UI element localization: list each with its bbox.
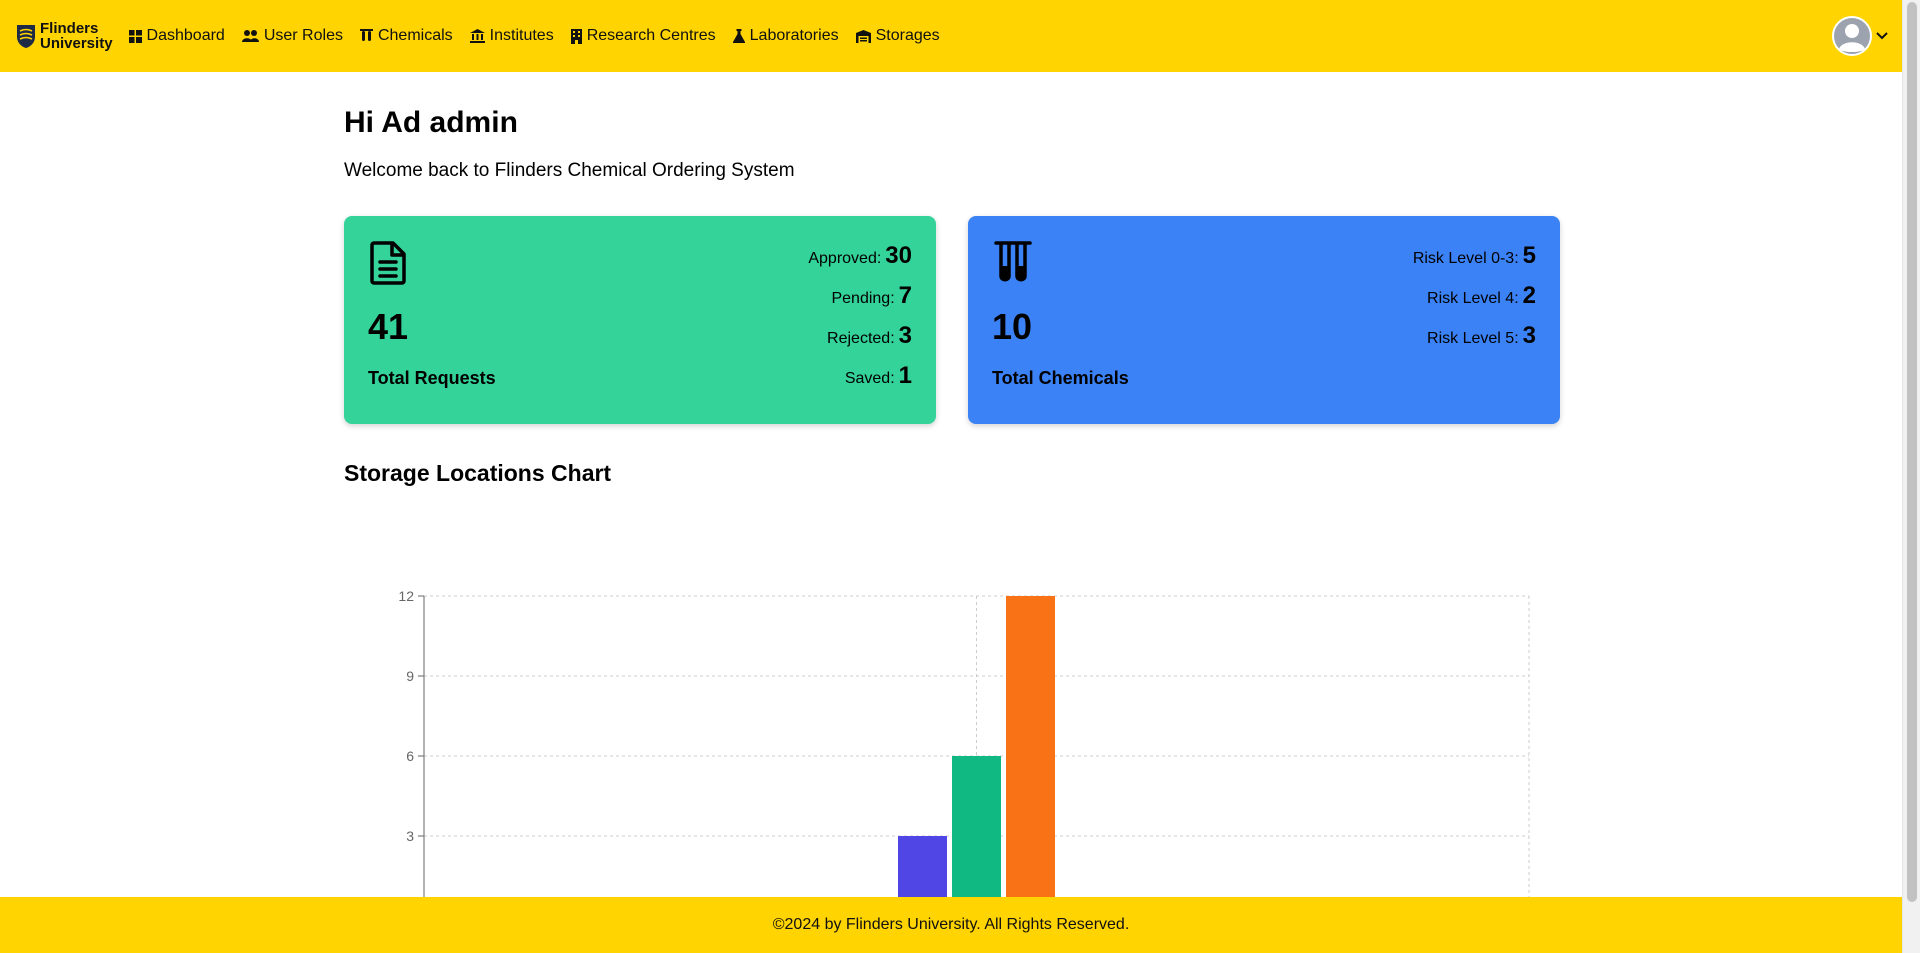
welcome-text: Welcome back to Flinders Chemical Orderi…: [344, 160, 795, 181]
main-nav: Dashboard User Roles Chemicals Institute…: [128, 27, 957, 45]
nav-label: Chemicals: [377, 27, 453, 44]
nav-item-storages[interactable]: Storages: [855, 27, 940, 45]
stat-value: 3: [898, 322, 912, 349]
storage-locations-chart: 036912LocationsInstituteResearchCentresL…: [398, 588, 1530, 953]
copyright-text: ©2024 by Flinders University. All Rights…: [772, 916, 1130, 933]
stat-risk-5: Risk Level 5: 3: [1413, 322, 1536, 362]
flinders-logo[interactable]: Flinders University: [16, 21, 113, 51]
document-icon: [370, 241, 406, 285]
nav-label: Dashboard: [146, 27, 225, 44]
stat-risk-4: Risk Level 4: 2: [1413, 282, 1536, 322]
stat-value: 30: [885, 242, 912, 269]
nav-item-user-roles[interactable]: User Roles: [241, 27, 343, 45]
total-requests-label: Total Requests: [368, 368, 496, 388]
requests-summary-card: 41 Total Requests Approved: 30 Pending: 7 …: [344, 216, 936, 424]
stat-label: Saved:: [844, 370, 895, 387]
logo-line-1: Flinders: [40, 20, 99, 37]
page-footer: ©2024 by Flinders University. All Rights…: [0, 897, 1902, 953]
stat-risk-0-3: Risk Level 0-3: 5: [1413, 242, 1536, 282]
nav-label: Storages: [875, 27, 940, 44]
stat-label: Risk Level 5:: [1427, 330, 1519, 347]
nav-item-institutes[interactable]: Institutes: [469, 27, 554, 45]
building-icon: [570, 28, 582, 44]
y-tick-label: 9: [406, 668, 414, 684]
profile-menu[interactable]: [1832, 16, 1888, 56]
institute-icon: [469, 29, 485, 43]
total-requests-value: 41: [368, 306, 409, 347]
nav-item-chemicals[interactable]: Chemicals: [359, 27, 453, 45]
users-icon: [241, 30, 259, 42]
request-stats: Approved: 30 Pending: 7 Rejected: 3 Saved: 1: [808, 242, 912, 402]
nav-label: User Roles: [263, 27, 343, 44]
stat-rejected: Rejected: 3: [808, 322, 912, 362]
avatar-icon: [1832, 16, 1872, 56]
y-tick-label: 3: [406, 828, 414, 844]
nav-item-research-centres[interactable]: Research Centres: [570, 27, 716, 45]
chemicals-icon: [359, 29, 373, 41]
stat-saved: Saved: 1: [808, 362, 912, 402]
stat-value: 3: [1522, 322, 1536, 349]
page-title: Hi Ad admin: [344, 106, 518, 139]
shield-logo-icon: [17, 25, 35, 48]
stat-approved: Approved: 30: [808, 242, 912, 282]
total-chemicals-value: 10: [992, 306, 1033, 347]
chart-title: Storage Locations Chart: [344, 460, 612, 486]
scrollbar-thumb[interactable]: [1907, 2, 1917, 902]
nav-item-dashboard[interactable]: Dashboard: [128, 27, 225, 45]
bar-researchcentres: [952, 756, 1001, 916]
chemical-stats: Risk Level 0-3: 5 Risk Level 4: 2 Risk Lev…: [1413, 242, 1536, 362]
stat-value: 1: [898, 362, 912, 389]
chemicals-summary-card: 10 Total Chemicals Risk Level 0-3: 5 Risk…: [968, 216, 1560, 424]
stat-value: 7: [898, 282, 912, 309]
stat-value: 2: [1522, 282, 1536, 309]
stat-label: Risk Level 4:: [1427, 290, 1519, 307]
test-tubes-icon: [994, 241, 1032, 282]
stat-value: 5: [1522, 242, 1536, 269]
bar-laboratories: [1006, 596, 1055, 916]
total-chemicals-label: Total Chemicals: [992, 368, 1129, 388]
top-navbar: Flinders University Dashboard User Roles…: [0, 0, 1902, 72]
warehouse-icon: [855, 29, 871, 43]
y-tick-label: 12: [398, 588, 414, 604]
flask-icon: [732, 29, 745, 43]
nav-label: Laboratories: [749, 27, 839, 44]
logo-line-2: University: [40, 35, 113, 52]
chevron-down-icon: [1876, 32, 1888, 40]
dashboard-icon: [128, 29, 142, 43]
y-tick-label: 6: [406, 748, 414, 764]
nav-label: Institutes: [489, 27, 554, 44]
stat-label: Risk Level 0-3:: [1412, 250, 1519, 267]
stat-label: Approved:: [808, 250, 882, 267]
stat-label: Pending:: [831, 290, 895, 307]
nav-label: Research Centres: [586, 27, 716, 44]
nav-item-laboratories[interactable]: Laboratories: [732, 27, 839, 45]
stat-label: Rejected:: [827, 330, 895, 347]
page-scrollbar[interactable]: [1902, 0, 1920, 953]
stat-pending: Pending: 7: [808, 282, 912, 322]
